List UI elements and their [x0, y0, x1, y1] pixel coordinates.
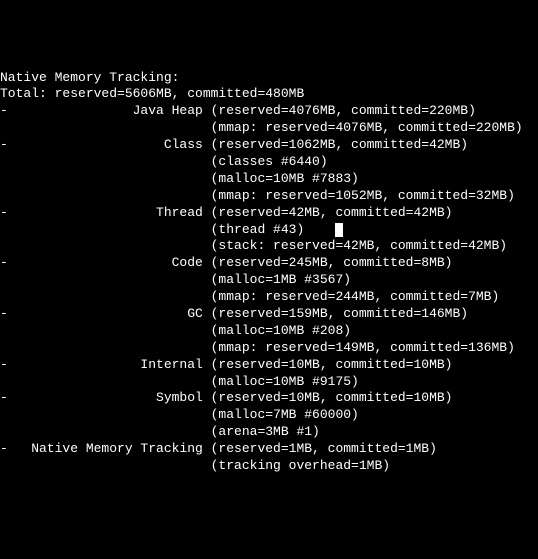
- nmt-header: Native Memory Tracking:: [0, 70, 538, 87]
- section-3-detail-1: (mmap: reserved=244MB, committed=7MB): [0, 289, 538, 306]
- section-2-detail-1: (stack: reserved=42MB, committed=42MB): [0, 238, 538, 255]
- section-1-detail-1: (malloc=10MB #7883): [0, 171, 538, 188]
- section-5-main: - Internal (reserved=10MB, committed=10M…: [0, 357, 538, 374]
- section-4-main: - GC (reserved=159MB, committed=146MB): [0, 306, 538, 323]
- section-0-main: - Java Heap (reserved=4076MB, committed=…: [0, 103, 538, 120]
- section-7-main: - Native Memory Tracking (reserved=1MB, …: [0, 441, 538, 458]
- terminal-output: Native Memory Tracking:Total: reserved=5…: [0, 70, 538, 475]
- section-1-main: - Class (reserved=1062MB, committed=42MB…: [0, 137, 538, 154]
- section-0-detail-0: (mmap: reserved=4076MB, committed=220MB): [0, 120, 538, 137]
- section-2-detail-0: (thread #43): [0, 222, 538, 239]
- terminal-cursor: [335, 223, 343, 237]
- section-4-detail-1: (mmap: reserved=149MB, committed=136MB): [0, 340, 538, 357]
- section-5-detail-0: (malloc=10MB #9175): [0, 374, 538, 391]
- nmt-total: Total: reserved=5606MB, committed=480MB: [0, 86, 538, 103]
- section-6-main: - Symbol (reserved=10MB, committed=10MB): [0, 390, 538, 407]
- section-4-detail-0: (malloc=10MB #208): [0, 323, 538, 340]
- section-7-detail-0: (tracking overhead=1MB): [0, 458, 538, 475]
- section-1-detail-2: (mmap: reserved=1052MB, committed=32MB): [0, 188, 538, 205]
- section-6-detail-1: (arena=3MB #1): [0, 424, 538, 441]
- section-1-detail-0: (classes #6440): [0, 154, 538, 171]
- section-3-main: - Code (reserved=245MB, committed=8MB): [0, 255, 538, 272]
- section-2-main: - Thread (reserved=42MB, committed=42MB): [0, 205, 538, 222]
- section-3-detail-0: (malloc=1MB #3567): [0, 272, 538, 289]
- section-6-detail-0: (malloc=7MB #60000): [0, 407, 538, 424]
